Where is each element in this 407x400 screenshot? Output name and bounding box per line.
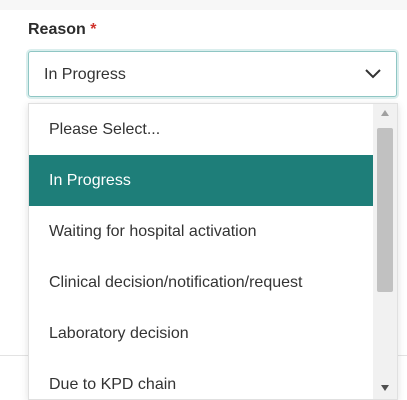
arrow-up-icon[interactable] — [381, 110, 389, 116]
background-divider — [398, 355, 407, 356]
reason-label-text: Reason — [28, 21, 86, 38]
reason-dropdown-list: Please Select... In Progress Waiting for… — [28, 103, 398, 400]
page-top-band — [0, 0, 407, 10]
reason-select[interactable]: In Progress — [28, 51, 397, 97]
option-clinical-decision[interactable]: Clinical decision/notification/request — [29, 257, 374, 308]
option-please-select[interactable]: Please Select... — [29, 104, 374, 155]
options-list: Please Select... In Progress Waiting for… — [29, 104, 374, 399]
required-marker: * — [90, 21, 97, 38]
option-waiting-hospital-activation[interactable]: Waiting for hospital activation — [29, 206, 374, 257]
reason-label: Reason * — [28, 21, 96, 39]
background-divider — [0, 355, 28, 356]
scrollbar[interactable] — [373, 104, 397, 399]
option-laboratory-decision[interactable]: Laboratory decision — [29, 308, 374, 359]
arrow-down-icon[interactable] — [381, 385, 389, 391]
chevron-down-icon — [365, 69, 381, 79]
scrollbar-thumb[interactable] — [377, 128, 393, 292]
option-in-progress[interactable]: In Progress — [29, 155, 374, 206]
selected-value: In Progress — [44, 66, 126, 83]
option-due-to-kpd-chain[interactable]: Due to KPD chain — [29, 359, 374, 399]
